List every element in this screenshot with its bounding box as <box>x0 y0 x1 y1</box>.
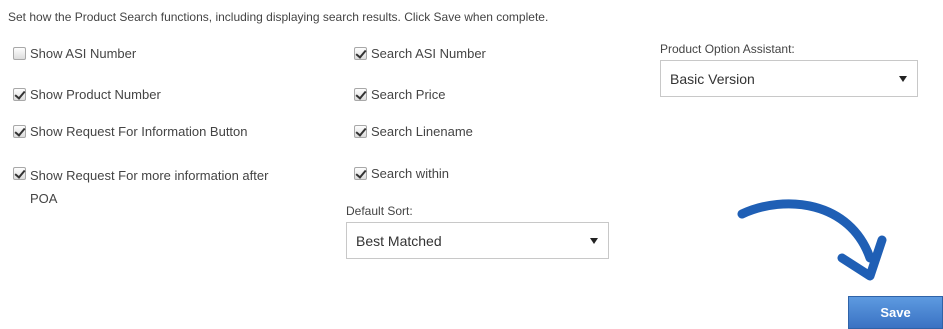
show-rfi-after-poa-label: Show Request For more information after … <box>30 168 269 206</box>
intro-text: Set how the Product Search functions, in… <box>8 10 549 24</box>
show-product-number-label: Show Product Number <box>30 87 161 102</box>
default-sort-label: Default Sort: <box>346 204 413 218</box>
search-within-checkbox[interactable] <box>354 167 367 180</box>
product-option-assistant-value: Basic Version <box>670 70 755 87</box>
default-sort-select[interactable]: Best Matched <box>346 222 609 259</box>
search-asi-number-checkbox[interactable] <box>354 47 367 60</box>
show-product-number-option[interactable]: Show Product Number <box>13 87 161 102</box>
search-linename-label: Search Linename <box>371 124 473 139</box>
search-linename-option[interactable]: Search Linename <box>354 124 473 139</box>
product-option-assistant-label: Product Option Assistant: <box>660 42 795 56</box>
show-rfi-after-poa-checkbox[interactable] <box>13 167 26 180</box>
search-price-checkbox[interactable] <box>354 88 367 101</box>
product-option-assistant-select[interactable]: Basic Version <box>660 60 918 97</box>
show-asi-number-label: Show ASI Number <box>30 46 137 61</box>
default-sort-value: Best Matched <box>356 232 442 249</box>
chevron-down-icon <box>590 237 598 244</box>
show-rfi-button-label: Show Request For Information Button <box>30 124 248 139</box>
show-rfi-button-checkbox[interactable] <box>13 125 26 138</box>
search-price-label: Search Price <box>371 87 446 102</box>
search-asi-number-label: Search ASI Number <box>371 46 486 61</box>
search-asi-number-option[interactable]: Search ASI Number <box>354 46 486 61</box>
show-rfi-button-option[interactable]: Show Request For Information Button <box>13 124 248 139</box>
show-asi-number-option[interactable]: Show ASI Number <box>13 46 136 61</box>
show-rfi-after-poa-option[interactable]: Show Request For more information after … <box>13 164 290 210</box>
show-product-number-checkbox[interactable] <box>13 88 26 101</box>
show-asi-number-checkbox[interactable] <box>13 47 26 60</box>
save-button[interactable]: Save <box>848 296 943 329</box>
search-linename-checkbox[interactable] <box>354 125 367 138</box>
curved-arrow-icon <box>737 199 887 281</box>
search-price-option[interactable]: Search Price <box>354 87 445 102</box>
search-within-label: Search within <box>371 166 450 181</box>
search-within-option[interactable]: Search within <box>354 166 449 181</box>
chevron-down-icon <box>899 75 907 82</box>
